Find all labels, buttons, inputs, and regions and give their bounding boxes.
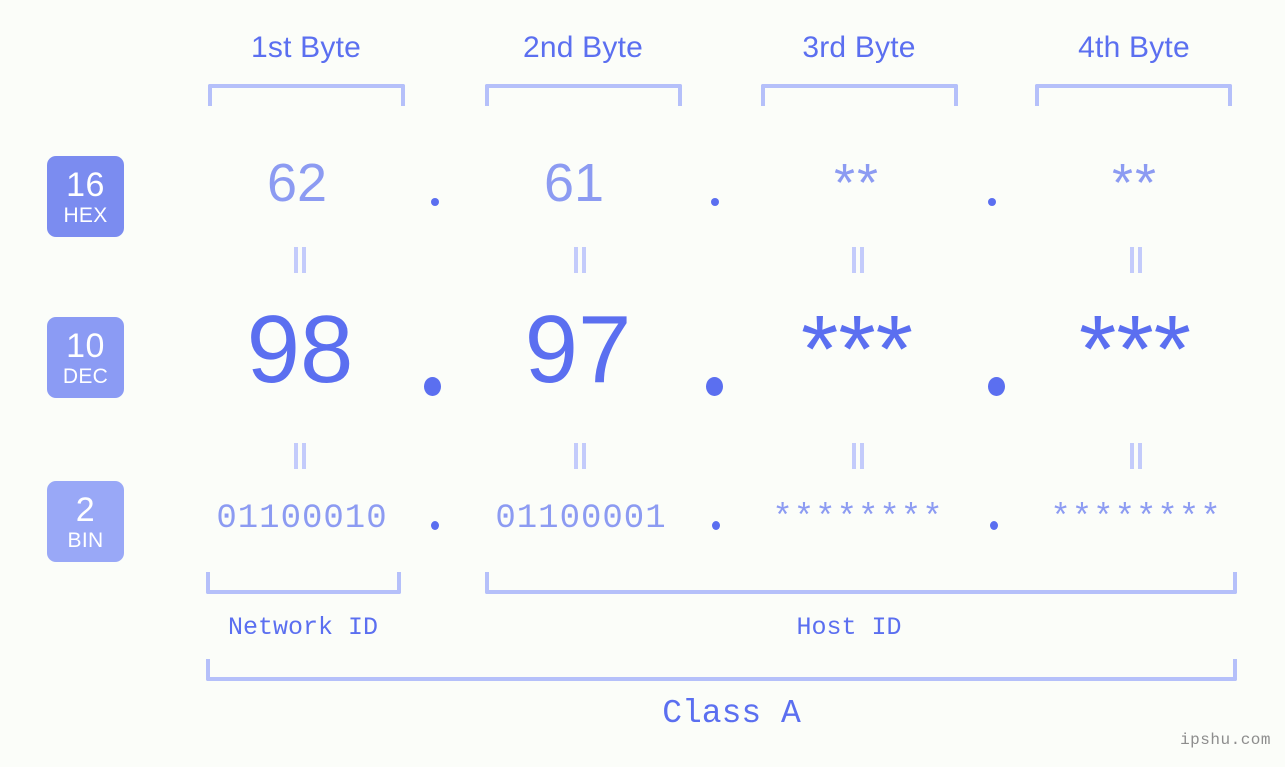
byte-header-3: 3rd Byte: [802, 31, 916, 64]
dec-byte-1: 98: [246, 296, 354, 403]
hex-byte-2: 61: [543, 153, 605, 213]
class-label: Class A: [662, 695, 801, 732]
hex-byte-3: **: [833, 153, 881, 213]
dec-dot-3: [988, 377, 1005, 396]
radix-badge-dec: 10 DEC: [47, 317, 124, 398]
equals-mark-hex-dec-3: [850, 247, 866, 273]
equals-mark-hex-dec-1: [292, 247, 308, 273]
hex-byte-4: **: [1111, 153, 1159, 213]
radix-badge-hex: 16 HEX: [47, 156, 124, 237]
hex-dot-3: [988, 198, 996, 206]
hex-dot-2: [711, 198, 719, 206]
bin-byte-1: 01100010: [216, 500, 388, 538]
network-id-label: Network ID: [227, 613, 379, 642]
byte-header-2: 2nd Byte: [522, 31, 644, 64]
dec-dot-1: [424, 377, 441, 396]
bin-byte-3: ********: [772, 500, 944, 538]
radix-badge-bin-number: 2: [75, 490, 96, 529]
hex-byte-1: 62: [266, 153, 328, 213]
network-id-bracket: [206, 572, 401, 594]
dec-dot-2: [706, 377, 723, 396]
byte-bracket-2: [485, 84, 682, 106]
radix-badge-dec-abbr: DEC: [62, 364, 109, 388]
host-id-bracket: [485, 572, 1237, 594]
dec-byte-4: ***: [1078, 296, 1192, 403]
equals-mark-dec-bin-3: [850, 443, 866, 469]
radix-badge-hex-abbr: HEX: [63, 203, 108, 227]
radix-badge-bin-abbr: BIN: [67, 528, 104, 552]
radix-badge-bin: 2 BIN: [47, 481, 124, 562]
bin-byte-4: ********: [1050, 500, 1222, 538]
dec-byte-3: ***: [800, 296, 914, 403]
byte-bracket-3: [761, 84, 958, 106]
byte-header-1: 1st Byte: [251, 31, 361, 64]
class-bracket: [206, 659, 1237, 681]
byte-header-4: 4th Byte: [1078, 31, 1190, 64]
site-watermark: ipshu.com: [1180, 731, 1271, 749]
radix-badge-dec-number: 10: [66, 326, 105, 365]
equals-mark-dec-bin-4: [1128, 443, 1144, 469]
equals-mark-dec-bin-2: [572, 443, 588, 469]
byte-bracket-1: [208, 84, 405, 106]
bin-byte-2: 01100001: [495, 500, 667, 538]
dec-byte-2: 97: [524, 296, 632, 403]
host-id-label: Host ID: [796, 613, 902, 642]
hex-dot-1: [431, 198, 439, 206]
bin-dot-1: [431, 521, 439, 530]
bin-dot-3: [990, 521, 998, 530]
ip-address-breakdown-diagram: 1st Byte 2nd Byte 3rd Byte 4th Byte 16 H…: [0, 0, 1285, 767]
bin-dot-2: [712, 521, 720, 530]
equals-mark-dec-bin-1: [292, 443, 308, 469]
byte-bracket-4: [1035, 84, 1232, 106]
equals-mark-hex-dec-4: [1128, 247, 1144, 273]
radix-badge-hex-number: 16: [66, 165, 105, 204]
equals-mark-hex-dec-2: [572, 247, 588, 273]
